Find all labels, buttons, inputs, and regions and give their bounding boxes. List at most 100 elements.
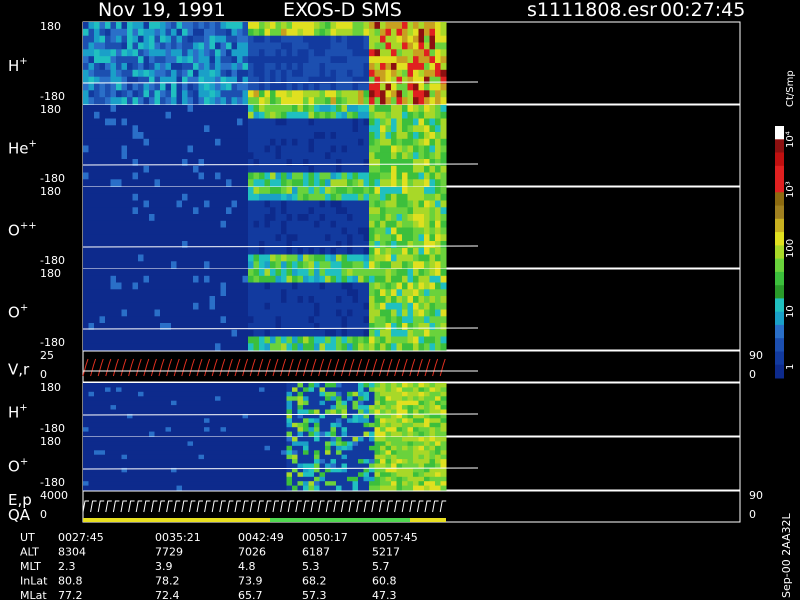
spectrogram-cell: [176, 445, 183, 451]
spectrogram-cell: [281, 450, 287, 456]
spectrogram-cell: [358, 152, 364, 160]
spectrogram-cell: [242, 241, 249, 249]
energy-step: [348, 500, 355, 513]
spectrogram-cell: [270, 405, 276, 410]
spectrogram-cell: [198, 485, 205, 491]
spectrogram-cell: [154, 454, 161, 460]
spectrogram-cell: [330, 459, 337, 464]
velocity-sawtooth: [97, 358, 104, 377]
spectrogram-cell: [270, 269, 276, 277]
spectrogram-cell: [105, 152, 111, 160]
spectrogram-cell: [314, 261, 320, 269]
spectrogram-cell: [347, 396, 353, 402]
spectrogram-cell: [204, 302, 210, 311]
spectrogram-cell: [121, 445, 128, 451]
spectrogram-cell: [308, 405, 315, 410]
spectrogram-cell: [325, 200, 331, 208]
spectrogram-cell: [402, 383, 408, 388]
spectrogram-cell: [407, 138, 414, 147]
spectrogram-cell: [286, 343, 293, 351]
spectrogram-cell: [264, 125, 271, 133]
spectrogram-cell: [314, 275, 320, 284]
spectrogram-cell: [369, 275, 375, 284]
spectrogram-cell: [358, 214, 364, 222]
spectrogram-cell: [171, 69, 177, 78]
spectrogram-cell: [325, 396, 331, 402]
spectrogram-cell: [94, 485, 100, 491]
spectrogram-cell: [292, 35, 298, 43]
spectrogram-cell: [275, 427, 282, 433]
spectrogram-cell: [138, 476, 144, 482]
spectrogram-cell: [352, 152, 359, 160]
spectrogram-cell: [341, 431, 348, 437]
spectrogram-cell: [198, 302, 205, 311]
spectrogram-cell: [176, 234, 183, 242]
spectrogram-cell: [347, 132, 353, 140]
spectrogram-cell: [176, 296, 183, 304]
spectrogram-cell: [352, 485, 359, 491]
spectrogram-cell: [165, 207, 172, 215]
spectrogram-cell: [281, 336, 287, 344]
spectrogram-cell: [319, 207, 326, 215]
spectrogram-cell: [363, 422, 370, 428]
spectrogram-cell: [138, 200, 144, 208]
spectrogram-cell: [176, 214, 183, 222]
spectrogram-cell: [242, 227, 249, 235]
spectrogram-cell: [88, 105, 95, 113]
spectrogram-cell: [259, 463, 265, 469]
spectrogram-cell: [336, 396, 342, 402]
spectrogram-cell: [286, 485, 293, 491]
spectrogram-cell: [94, 97, 100, 105]
spectrogram-cell: [319, 152, 326, 160]
spectrogram-cell: [429, 459, 436, 464]
spectrogram-cell: [413, 105, 419, 113]
spectrogram-cell: [94, 132, 100, 140]
spectrogram-cell: [160, 450, 166, 456]
spectrogram-cell: [99, 118, 106, 126]
spectrogram-cell: [270, 459, 276, 464]
velocity-sawtooth: [272, 358, 279, 377]
spectrogram-cell: [204, 69, 210, 78]
spectrogram-cell: [440, 329, 447, 338]
spectrogram-cell: [237, 234, 243, 242]
spectrogram-cell: [319, 391, 326, 397]
spectrogram-cell: [253, 172, 260, 180]
spectrogram-cell: [325, 450, 331, 456]
spectrogram-cell: [165, 275, 172, 284]
spectrogram-cell: [187, 193, 194, 202]
spectrogram-cell: [220, 454, 227, 460]
spectrogram-cell: [171, 187, 177, 195]
spectrogram-cell: [248, 261, 254, 269]
spectrogram-cell: [248, 418, 254, 424]
spectrogram-cell: [308, 450, 315, 456]
spectrogram-cell: [297, 275, 304, 284]
spectrogram-cell: [380, 159, 386, 167]
spectrogram-cell: [127, 111, 133, 120]
spectrogram-cell: [116, 450, 122, 456]
spectrogram-cell: [413, 459, 419, 464]
spectrogram-cell: [396, 28, 403, 37]
spectrogram-cell: [407, 472, 414, 478]
spectrogram-cell: [248, 336, 254, 344]
spectrogram-cell: [253, 152, 260, 160]
spectrogram-cell: [105, 56, 111, 64]
spectrogram-cell: [187, 269, 194, 277]
spectrogram-cell: [226, 437, 232, 442]
spectrogram-cell: [286, 111, 293, 120]
spectrogram-cell: [413, 391, 419, 397]
spectrogram-cell: [380, 35, 386, 43]
spectrogram-cell: [259, 49, 265, 57]
spectrogram-cell: [215, 220, 221, 229]
spectrogram-cell: [281, 193, 287, 202]
spectrogram-cell: [165, 296, 172, 304]
spectrogram-cell: [281, 22, 287, 30]
spectrogram-cell: [215, 159, 221, 167]
spectrogram-cell: [418, 400, 425, 406]
spectrogram-cell: [275, 472, 282, 478]
spectrogram-cell: [330, 247, 337, 256]
spectrogram-cell: [220, 105, 227, 113]
spectrogram-cell: [303, 431, 309, 437]
spectrogram-cell: [231, 227, 238, 235]
spectrogram-cell: [325, 302, 331, 311]
spectrogram-cell: [127, 28, 133, 37]
